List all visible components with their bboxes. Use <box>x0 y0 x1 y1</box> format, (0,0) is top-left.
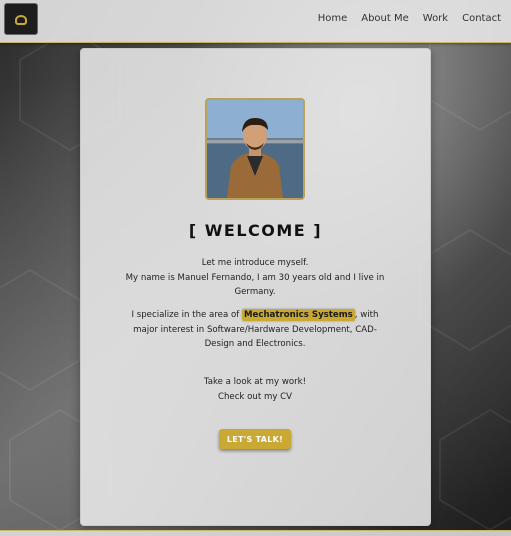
nav-work-link[interactable]: Work <box>423 13 448 24</box>
nav-contact-link[interactable]: Contact <box>462 13 501 24</box>
intro-paragraph: Let me introduce myself. My name is Manu… <box>125 256 385 300</box>
logo-icon[interactable] <box>4 3 38 35</box>
cta-paragraph: Take a look at my work! Check out my CV <box>125 375 385 404</box>
intro-line-2: My name is Manuel Fernando, I am 30 year… <box>125 272 385 298</box>
spec-text-before: I specialize in the area of <box>131 310 242 320</box>
footer-bar <box>0 530 511 536</box>
profile-photo <box>205 98 305 200</box>
nav-home-link[interactable]: Home <box>318 13 348 24</box>
logo-mark <box>15 15 27 25</box>
intro-line-1: Let me introduce myself. <box>201 258 309 268</box>
cta-line-cv[interactable]: Check out my CV <box>125 390 385 405</box>
lets-talk-button[interactable]: LET'S TALK! <box>219 429 291 449</box>
specialization-paragraph: I specialize in the area of Mechatronics… <box>125 308 385 352</box>
cta-line-work[interactable]: Take a look at my work! <box>125 375 385 390</box>
profile-photo-illustration <box>207 100 303 198</box>
welcome-card: [ WELCOME ] Let me introduce myself. My … <box>80 48 431 526</box>
page-title: [ WELCOME ] <box>188 221 323 240</box>
top-navbar: Home About Me Work Contact <box>0 0 511 43</box>
nav-about-link[interactable]: About Me <box>361 13 409 24</box>
nav-links: Home About Me Work Contact <box>304 13 501 24</box>
spec-highlight: Mechatronics Systems <box>241 309 355 321</box>
